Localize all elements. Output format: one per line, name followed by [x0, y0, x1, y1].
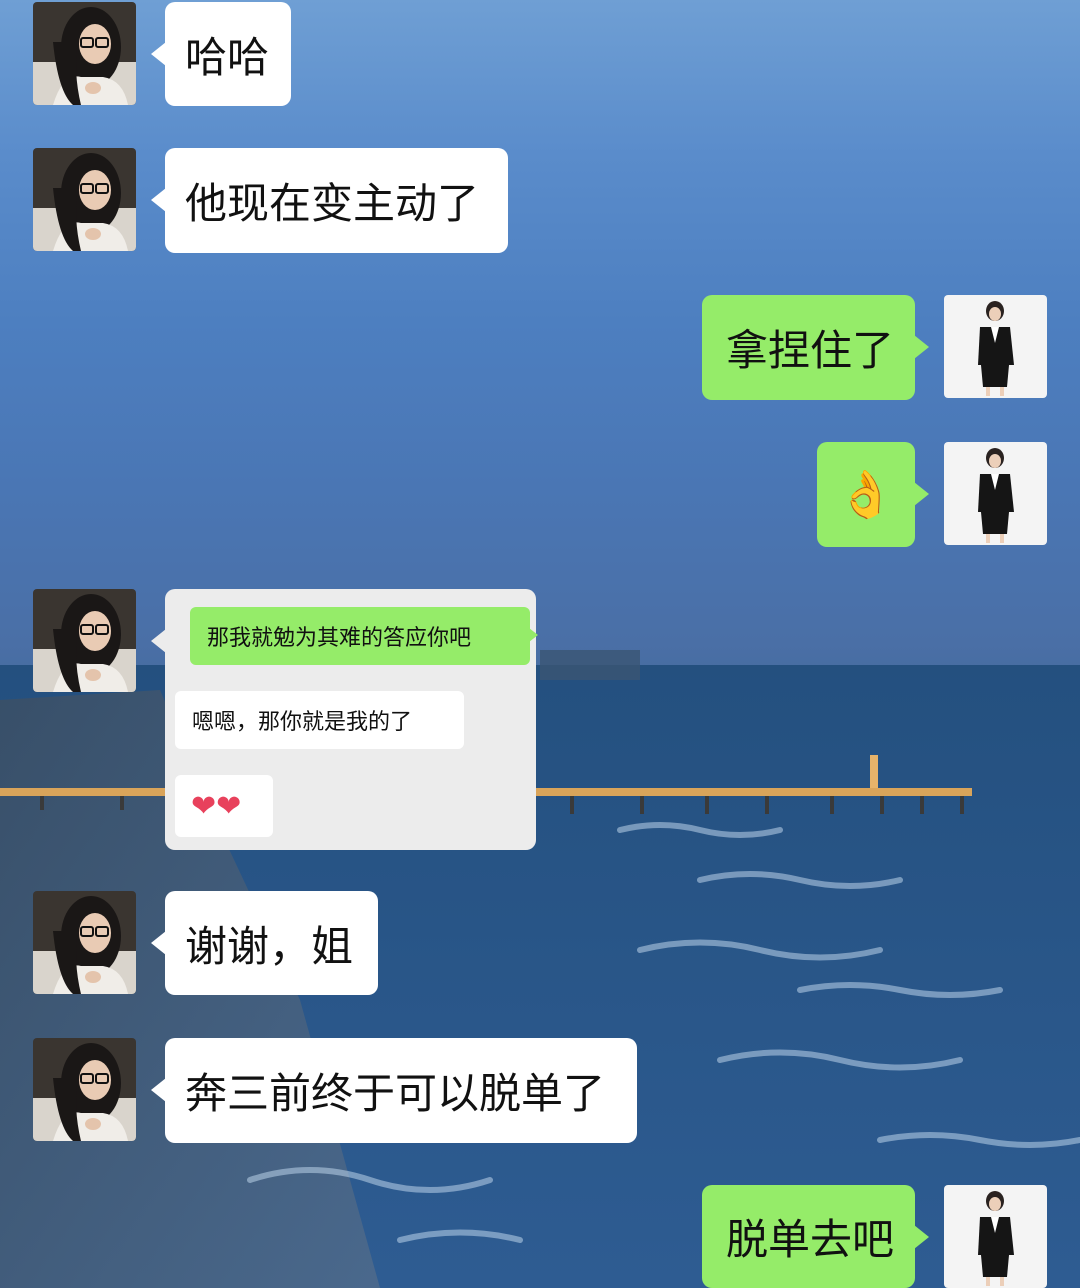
message-bubble[interactable]: 👌 — [817, 442, 929, 547]
screenshot-message-text: 嗯嗯，那你就是我的了 — [192, 710, 413, 735]
message-bubble[interactable]: 谢谢，姐 — [151, 891, 378, 995]
screenshot-message-bubble: 那我就勉为其难的答应你吧 — [190, 607, 538, 665]
message-bubble[interactable]: 拿捏住了 — [702, 295, 929, 400]
ok-hand-emoji: 👌 — [837, 467, 895, 521]
message-bubble[interactable]: 脱单去吧 — [702, 1185, 929, 1288]
woman-with-glasses-avatar-icon[interactable] — [33, 589, 136, 692]
hearts-emoji: ❤❤ — [191, 788, 242, 824]
woman-in-suit-avatar-icon[interactable] — [944, 442, 1047, 545]
message-bubble[interactable]: 奔三前终于可以脱单了 — [151, 1038, 637, 1143]
woman-with-glasses-avatar-icon[interactable] — [33, 2, 136, 105]
chat-screenshot-image[interactable]: 那我就勉为其难的答应你吧 嗯嗯，那你就是我的了 ❤❤ — [151, 589, 538, 850]
message-text: 谢谢，姐 — [185, 921, 354, 971]
message-text: 他现在变主动了 — [185, 179, 480, 228]
message-text: 脱单去吧 — [726, 1215, 895, 1264]
message-bubble[interactable]: 他现在变主动了 — [151, 148, 508, 253]
screenshot-message-bubble: 嗯嗯，那你就是我的了 — [175, 691, 464, 749]
woman-with-glasses-avatar-icon[interactable] — [33, 148, 136, 251]
screenshot-message-text: 那我就勉为其难的答应你吧 — [207, 626, 472, 651]
woman-in-suit-avatar-icon[interactable] — [944, 295, 1047, 398]
message-text: 拿捏住了 — [726, 326, 895, 375]
woman-with-glasses-avatar-icon[interactable] — [33, 1038, 136, 1141]
message-text: 奔三前终于可以脱单了 — [185, 1069, 606, 1118]
message-bubble[interactable]: 哈哈 — [151, 2, 291, 106]
woman-in-suit-avatar-icon[interactable] — [944, 1185, 1047, 1288]
message-text: 哈哈 — [185, 32, 270, 82]
woman-with-glasses-avatar-icon[interactable] — [33, 891, 136, 994]
screenshot-message-bubble: ❤❤ — [175, 775, 273, 837]
